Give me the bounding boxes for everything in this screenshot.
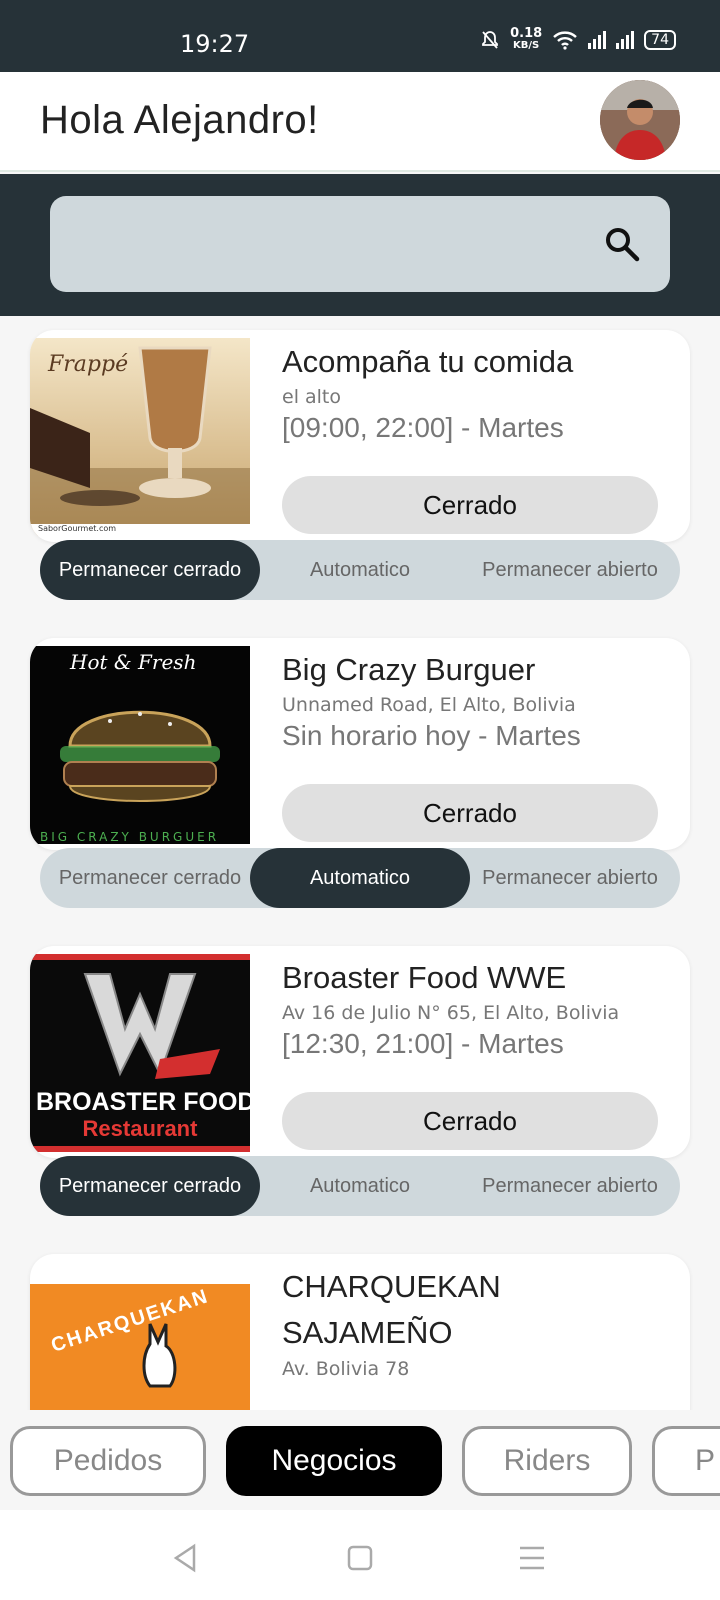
business-address: el alto [282,386,342,408]
mute-bell-icon [482,31,498,49]
tab-riders[interactable]: Riders [462,1426,632,1496]
business-item: CHARQUEKAN CHARQUEKAN SAJAMEÑO Av. Boliv… [0,1254,720,1410]
net-speed-value: 0.18 [510,26,543,41]
thumb-text: Frappé [48,352,129,377]
search-band [0,174,720,316]
avatar[interactable] [600,80,680,160]
mode-toggle[interactable]: Permanecer cerrado Automatico Permanecer… [40,1156,680,1216]
status-bar: 19:27 0.18 KB/S 74 [0,0,720,72]
business-info: Acompaña tu comida el alto [09:00, 22:00… [282,340,672,444]
greeting-title: Hola Alejandro! [40,98,319,142]
search-input[interactable] [50,196,670,292]
thumb-caption: SaborGourmet.com [38,524,117,533]
business-list[interactable]: Frappé SaborGourmet.com Acompaña tu comi… [0,316,720,1410]
status-icons: 0.18 KB/S 74 [480,26,676,52]
menu-icon[interactable] [512,1538,552,1578]
thumb-text: BROASTER FOOD [36,1088,250,1116]
home-icon[interactable] [340,1538,380,1578]
net-speed-unit: KB/S [513,40,540,51]
business-info: Big Crazy Burguer Unnamed Road, El Alto,… [282,648,672,752]
business-thumbnail: Frappé SaborGourmet.com [30,338,250,536]
toggle-permanecer-abierto[interactable]: Permanecer abierto [460,848,680,908]
business-name: Acompaña tu comida [282,344,574,379]
business-name: Big Crazy Burguer [282,652,536,687]
toggle-permanecer-abierto[interactable]: Permanecer abierto [460,1156,680,1216]
tab-pedidos[interactable]: Pedidos [10,1426,206,1496]
business-address: Av. Bolivia 78 [282,1358,410,1380]
search-icon[interactable] [602,224,642,264]
status-button[interactable]: Cerrado [282,1092,658,1150]
business-hours: Sin horario hoy - Martes [282,720,581,751]
business-thumbnail: Hot & Fresh BIG CRAZY BURGUER [30,646,250,844]
avatar-photo [600,80,680,160]
toggle-automatico[interactable]: Automatico [250,848,470,908]
toggle-permanecer-cerrado[interactable]: Permanecer cerrado [40,540,260,600]
status-button[interactable]: Cerrado [282,784,658,842]
business-thumbnail: CHARQUEKAN [30,1284,250,1410]
status-time: 19:27 [180,30,250,58]
business-hours: [09:00, 22:00] - Martes [282,412,564,443]
business-address: Av 16 de Julio N° 65, El Alto, Bolivia [282,1002,620,1024]
mode-toggle[interactable]: Permanecer cerrado Automatico Permanecer… [40,848,680,908]
net-speed: 0.18 KB/S [510,26,543,52]
business-card[interactable]: CHARQUEKAN CHARQUEKAN SAJAMEÑO Av. Boliv… [30,1254,690,1410]
app-header: Hola Alejandro! [0,72,720,172]
toggle-permanecer-cerrado[interactable]: Permanecer cerrado [40,848,260,908]
business-hours: [12:30, 21:00] - Martes [282,1028,564,1059]
thumb-caption: Restaurant [82,1116,198,1141]
tab-partial[interactable]: P [652,1426,720,1496]
business-card[interactable]: Frappé SaborGourmet.com Acompaña tu comi… [30,330,690,542]
business-address: Unnamed Road, El Alto, Bolivia [282,694,576,716]
toggle-automatico[interactable]: Automatico [250,540,470,600]
battery-icon: 74 [644,30,676,50]
toggle-permanecer-cerrado[interactable]: Permanecer cerrado [40,1156,260,1216]
bottom-tabs: Pedidos Negocios Riders P [0,1410,720,1500]
business-card[interactable]: Hot & Fresh BIG CRAZY BURGUER Big Crazy … [30,638,690,850]
wifi-icon [553,31,577,50]
business-name: Broaster Food WWE [282,960,567,995]
business-card[interactable]: BROASTER FOOD Restaurant Broaster Food W… [30,946,690,1158]
toggle-permanecer-abierto[interactable]: Permanecer abierto [460,540,680,600]
status-button[interactable]: Cerrado [282,476,658,534]
signal-icon-2 [616,31,635,49]
business-item: Frappé SaborGourmet.com Acompaña tu comi… [0,330,720,620]
thumb-text: Hot & Fresh [70,650,197,674]
toggle-automatico[interactable]: Automatico [250,1156,470,1216]
business-name: CHARQUEKAN SAJAMEÑO [282,1269,501,1350]
business-info: CHARQUEKAN SAJAMEÑO Av. Bolivia 78 [282,1264,672,1380]
business-item: BROASTER FOOD Restaurant Broaster Food W… [0,946,720,1236]
signal-icon [588,31,607,49]
thumb-caption: BIG CRAZY BURGUER [40,830,220,844]
tab-negocios[interactable]: Negocios [226,1426,442,1496]
back-icon[interactable] [166,1538,206,1578]
business-info: Broaster Food WWE Av 16 de Julio N° 65, … [282,956,672,1060]
system-nav-bar [0,1510,720,1600]
mode-toggle[interactable]: Permanecer cerrado Automatico Permanecer… [40,540,680,600]
business-thumbnail: BROASTER FOOD Restaurant [30,954,250,1152]
business-item: Hot & Fresh BIG CRAZY BURGUER Big Crazy … [0,638,720,928]
